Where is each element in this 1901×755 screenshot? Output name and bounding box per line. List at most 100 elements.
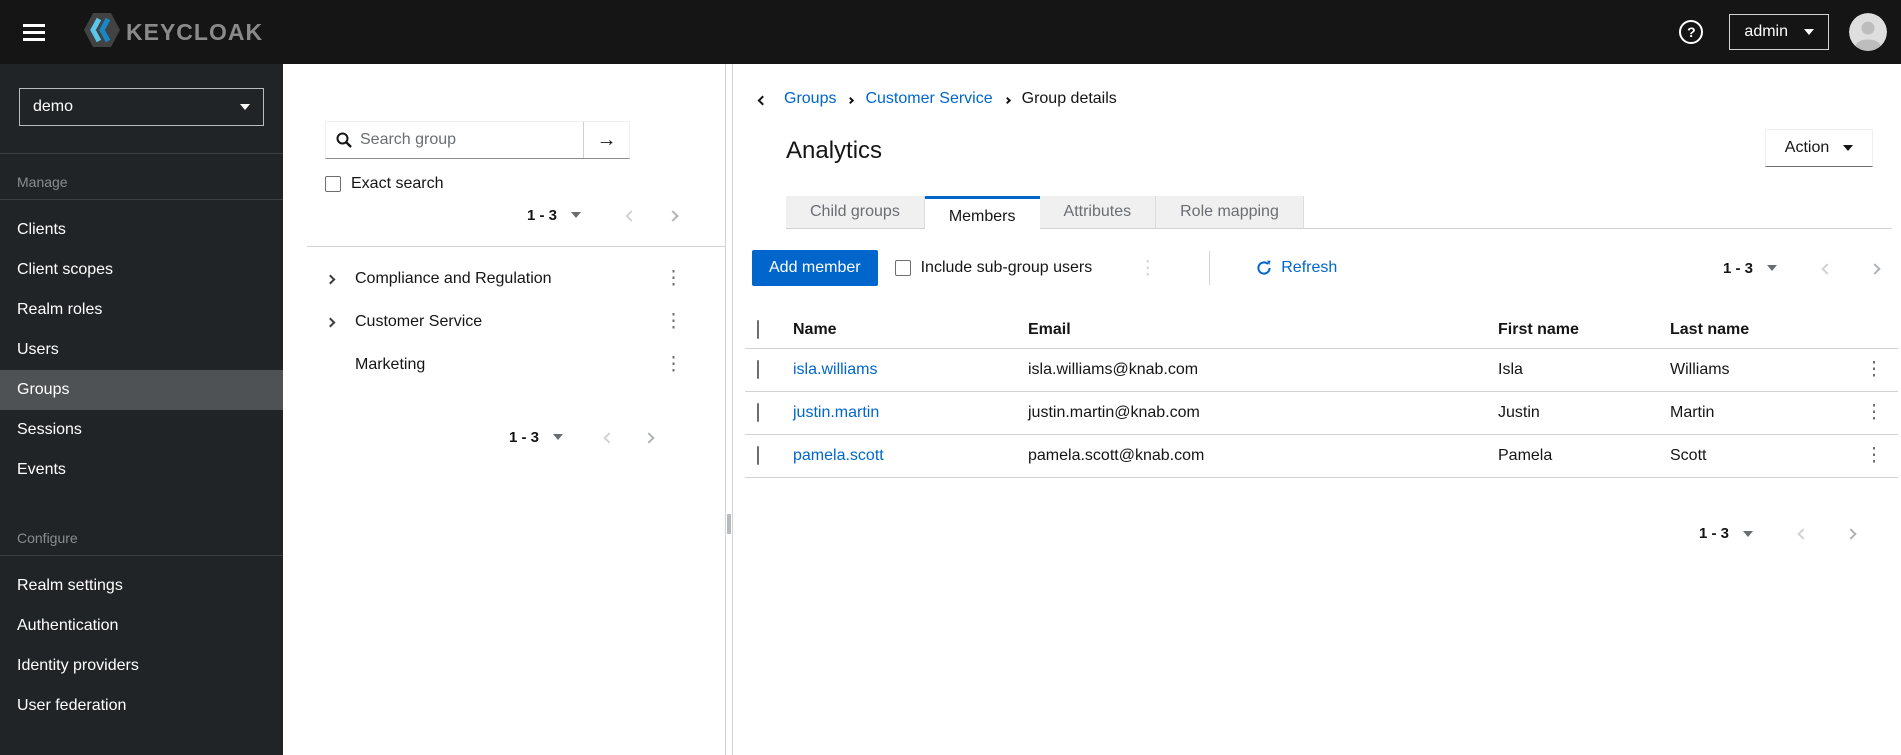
tab-attributes[interactable]: Attributes	[1039, 196, 1157, 229]
row-kebab-button[interactable]: ⋮	[1859, 358, 1890, 381]
sidebar-item-events[interactable]: Events	[0, 450, 283, 490]
sidebar-item-sessions[interactable]: Sessions	[0, 410, 283, 450]
tab-role-mapping[interactable]: Role mapping	[1156, 196, 1304, 229]
pagination-prev-button[interactable]	[625, 206, 637, 225]
sidebar-item-clients[interactable]: Clients	[0, 210, 283, 250]
kebab-icon: ⋮	[1864, 445, 1884, 466]
pagination-next-button[interactable]	[1869, 259, 1881, 278]
pagination-range: 1 - 3	[508, 428, 539, 446]
refresh-button[interactable]: Refresh	[1256, 259, 1337, 277]
pagination-next-button[interactable]	[643, 428, 655, 447]
pagination-prev-button[interactable]	[1797, 524, 1809, 543]
include-subgroup-checkbox[interactable]	[894, 260, 911, 276]
group-tree-list: Compliance and Regulation ⋮ Customer Ser…	[283, 257, 725, 386]
tab-members[interactable]: Members	[924, 196, 1040, 235]
tree-item-compliance-and-regulation[interactable]: Compliance and Regulation ⋮	[283, 257, 725, 300]
nav-section-label-configure: Configure	[17, 530, 78, 546]
pagination-options-toggle[interactable]: 1 - 3	[527, 207, 581, 224]
row-kebab-button[interactable]: ⋮	[1859, 444, 1890, 467]
nav-section-label-manage: Manage	[17, 174, 68, 190]
include-subgroup-control: Include sub-group users	[894, 259, 1092, 277]
search-submit-button[interactable]: →	[583, 122, 629, 158]
pagination-next-button[interactable]	[1845, 524, 1857, 543]
kebab-icon: ⋮	[664, 311, 683, 332]
row-kebab-button[interactable]: ⋮	[1859, 401, 1890, 424]
chevron-left-icon	[603, 431, 615, 444]
pagination-options-toggle[interactable]: 1 - 3	[1699, 525, 1753, 542]
pagination-options-toggle[interactable]: 1 - 3	[1723, 260, 1777, 277]
expand-button[interactable]	[325, 313, 355, 331]
breadcrumb-back-button[interactable]	[755, 92, 770, 107]
chevron-right-icon	[643, 431, 655, 444]
kebab-icon: ⋮	[1864, 359, 1884, 380]
avatar[interactable]	[1849, 13, 1887, 51]
table-row: isla.williams isla.williams@knab.com Isl…	[745, 348, 1898, 392]
chevron-down-icon	[553, 434, 563, 440]
pagination-prev-button[interactable]	[1821, 259, 1833, 278]
sidebar-item-realm-settings[interactable]: Realm settings	[0, 566, 283, 606]
panel-resize-handle[interactable]	[725, 64, 733, 755]
kebab-menu-button[interactable]: ⋮	[658, 310, 689, 333]
pagination-range: 1 - 3	[1722, 259, 1753, 277]
tree-item-label[interactable]: Marketing	[355, 356, 425, 374]
tabs-filler	[1303, 196, 1892, 229]
search-icon	[336, 132, 352, 148]
chevron-down-icon	[1767, 265, 1777, 271]
sidebar-item-user-federation[interactable]: User federation	[0, 686, 283, 726]
sidebar-item-client-scopes[interactable]: Client scopes	[0, 250, 283, 290]
action-dropdown-button[interactable]: Action	[1765, 129, 1873, 167]
member-email: pamela.scott@knab.com	[1028, 434, 1498, 478]
table-row: justin.martin justin.martin@knab.com Jus…	[745, 391, 1898, 435]
pagination-prev-button[interactable]	[603, 428, 615, 447]
pagination-range: 1 - 3	[1698, 525, 1729, 542]
kebab-icon: ⋮	[664, 354, 683, 375]
tree-item-customer-service[interactable]: Customer Service ⋮	[283, 300, 725, 343]
member-last-name: Williams	[1670, 348, 1850, 392]
kebab-menu-button[interactable]: ⋮	[658, 353, 689, 376]
member-first-name: Isla	[1498, 348, 1670, 392]
members-toolbar: Add member Include sub-group users ⋮ Ref…	[752, 249, 1881, 287]
member-last-name: Martin	[1670, 391, 1850, 435]
row-checkbox[interactable]	[757, 359, 759, 379]
sidebar-item-groups[interactable]: Groups	[0, 370, 283, 410]
member-email: isla.williams@knab.com	[1028, 348, 1498, 392]
kebab-menu-button[interactable]: ⋮	[658, 267, 689, 290]
row-checkbox[interactable]	[757, 445, 759, 465]
member-name-link[interactable]: justin.martin	[793, 404, 879, 421]
chevron-left-icon	[625, 209, 637, 222]
row-checkbox[interactable]	[757, 402, 759, 422]
tab-child-groups[interactable]: Child groups	[786, 196, 925, 229]
hamburger-menu-icon	[23, 23, 45, 27]
kebab-icon: ⋮	[664, 268, 683, 289]
expand-button[interactable]	[325, 270, 355, 288]
select-all-checkbox[interactable]	[757, 320, 759, 340]
sidebar-item-users[interactable]: Users	[0, 330, 283, 370]
admin-user-dropdown[interactable]: admin	[1729, 14, 1829, 50]
chevron-down-icon	[1804, 29, 1814, 35]
sidebar-item-identity-providers[interactable]: Identity providers	[0, 646, 283, 686]
kebab-icon: ⋮	[1864, 402, 1884, 423]
tree-item-marketing[interactable]: Marketing ⋮	[283, 343, 725, 386]
chevron-down-icon	[1743, 530, 1753, 537]
help-icon[interactable]: ?	[1679, 20, 1704, 44]
breadcrumb-link-groups[interactable]: Groups	[784, 90, 836, 108]
pagination-options-toggle[interactable]: 1 - 3	[509, 429, 563, 446]
exact-search-checkbox[interactable]	[325, 176, 341, 192]
realm-selector[interactable]: demo	[19, 88, 264, 126]
global-nav-toggle-button[interactable]	[14, 12, 54, 52]
group-search-input[interactable]	[326, 122, 583, 158]
member-name-link[interactable]: isla.williams	[793, 361, 877, 378]
sidebar-item-authentication[interactable]: Authentication	[0, 606, 283, 646]
chevron-left-icon	[1797, 528, 1809, 540]
sidebar-item-realm-roles[interactable]: Realm roles	[0, 290, 283, 330]
member-name-link[interactable]: pamela.scott	[793, 447, 884, 464]
breadcrumb-link-customer-service[interactable]: Customer Service	[865, 90, 992, 108]
add-member-button[interactable]: Add member	[752, 250, 878, 286]
pagination-next-button[interactable]	[667, 206, 679, 225]
toolbar-kebab-button[interactable]: ⋮	[1132, 257, 1163, 280]
tree-pagination-bottom: 1 - 3	[283, 419, 725, 455]
tree-item-label[interactable]: Customer Service	[355, 313, 482, 331]
column-header-first-name: First name	[1498, 313, 1670, 349]
tree-item-label[interactable]: Compliance and Regulation	[355, 270, 552, 288]
nav-list-configure: Realm settings Authentication Identity p…	[0, 556, 283, 726]
